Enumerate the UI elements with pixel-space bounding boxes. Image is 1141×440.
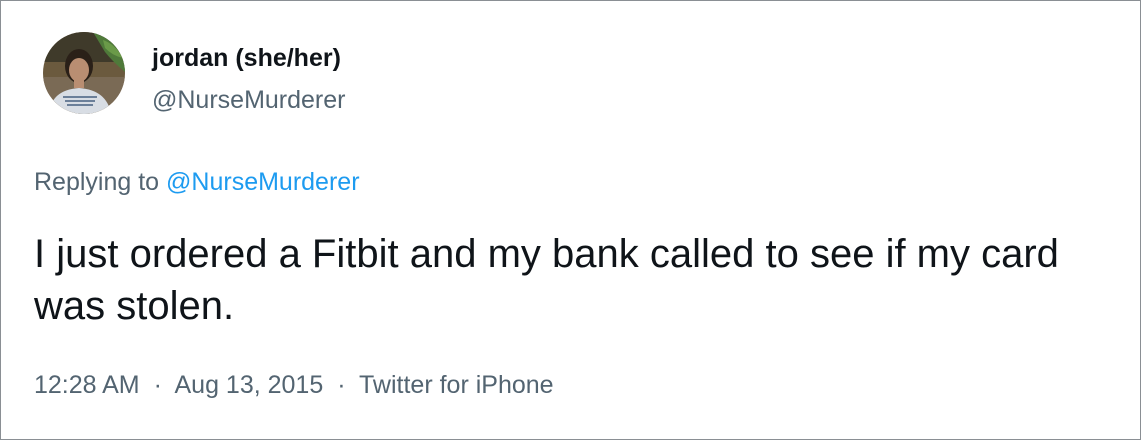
replying-to-label: Replying to [34,168,160,196]
tweet-date[interactable]: Aug 13, 2015 [175,371,324,399]
tweet-time[interactable]: 12:28 AM [34,371,140,399]
replying-to: Replying to @NurseMurderer [34,168,360,197]
tweet-source[interactable]: Twitter for iPhone [359,371,554,399]
avatar[interactable] [43,32,125,114]
meta-separator: · [153,371,162,399]
meta-separator: · [337,371,346,399]
tweet-text: I just ordered a Fitbit and my bank call… [34,232,1059,328]
tweet-card: jordan (she/her) @NurseMurderer Replying… [0,0,1141,440]
display-name[interactable]: jordan (she/her) [152,44,341,73]
reply-mention-link[interactable]: @NurseMurderer [166,168,359,196]
profile-photo-icon [43,32,125,114]
tweet-meta: 12:28 AM · Aug 13, 2015 · Twitter for iP… [34,371,554,400]
user-handle[interactable]: @NurseMurderer [152,86,345,115]
